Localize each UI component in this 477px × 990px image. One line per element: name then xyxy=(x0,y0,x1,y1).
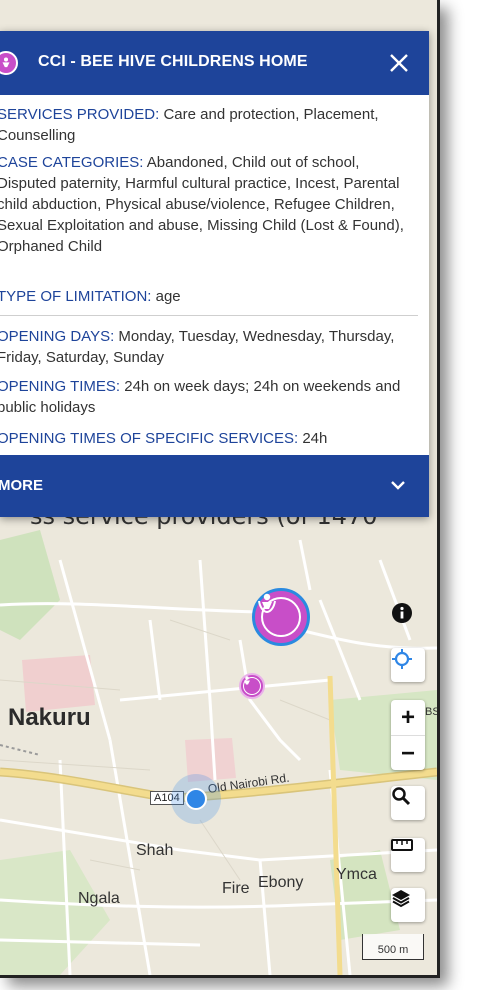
zoom-control: + − xyxy=(391,700,425,770)
measure-button[interactable] xyxy=(391,838,425,872)
detail-row-limitation: TYPE OF LIMITATION: age xyxy=(0,286,422,307)
child-care-icon xyxy=(258,593,301,637)
detail-row-case-categories: CASE CATEGORIES: Abandoned, Child out of… xyxy=(0,152,422,257)
place-label-ngala: Ngala xyxy=(78,890,120,907)
detail-row-specific-times: OPENING TIMES OF SPECIFIC SERVICES: 24h xyxy=(0,428,422,449)
detail-key: CASE CATEGORIES: xyxy=(0,154,144,171)
service-detail-popup: CCI - BEE HIVE CHILDRENS HOME SERVICES P… xyxy=(0,31,429,517)
locate-icon xyxy=(392,649,412,669)
place-label-ymca: Ymca xyxy=(336,866,377,883)
close-icon xyxy=(390,54,408,72)
app-screen: ss service providers (of 1470 Nakuru Sha… xyxy=(0,0,440,978)
popup-body: SERVICES PROVIDED: Care and protection, … xyxy=(0,95,429,455)
close-button[interactable] xyxy=(386,49,412,77)
divider xyxy=(0,315,418,316)
detail-key: OPENING TIMES OF SPECIFIC SERVICES: xyxy=(0,430,299,447)
chevron-down-icon xyxy=(391,481,405,490)
more-toggle[interactable]: MORE xyxy=(0,455,429,517)
place-label-bs: BS xyxy=(425,706,440,718)
place-label-ebony: Ebony xyxy=(258,874,304,891)
detail-key: SERVICES PROVIDED: xyxy=(0,106,160,123)
detail-key: TYPE OF LIMITATION: xyxy=(0,288,152,305)
popup-title: CCI - BEE HIVE CHILDRENS HOME xyxy=(38,53,308,70)
current-location-dot xyxy=(185,788,207,810)
info-icon xyxy=(392,603,412,623)
detail-row-services: SERVICES PROVIDED: Care and protection, … xyxy=(0,104,422,146)
popup-header: CCI - BEE HIVE CHILDRENS HOME xyxy=(0,31,429,95)
search-button[interactable] xyxy=(391,786,425,820)
child-care-icon xyxy=(0,51,18,75)
zoom-out-button[interactable]: − xyxy=(391,735,425,771)
zoom-in-button[interactable]: + xyxy=(391,700,425,735)
locate-button[interactable] xyxy=(391,648,425,682)
detail-row-opening-days: OPENING DAYS: Monday, Tuesday, Wednesday… xyxy=(0,326,422,368)
detail-key: OPENING TIMES: xyxy=(0,378,121,395)
detail-row-opening-times: OPENING TIMES: 24h on week days; 24h on … xyxy=(0,376,422,418)
layers-icon xyxy=(392,890,410,908)
detail-value: age xyxy=(151,288,181,305)
ruler-icon xyxy=(391,839,413,851)
more-label: MORE xyxy=(0,477,43,494)
info-button[interactable] xyxy=(391,602,425,636)
detail-key: OPENING DAYS: xyxy=(0,328,115,345)
scale-bar: 500 m xyxy=(362,934,424,960)
service-marker-selected[interactable] xyxy=(252,588,310,646)
layers-button[interactable] xyxy=(391,888,425,922)
search-icon xyxy=(392,787,411,806)
place-label-nakuru: Nakuru xyxy=(8,704,91,731)
detail-value: 24h xyxy=(298,430,328,447)
child-care-icon xyxy=(243,676,261,695)
place-label-shah: Shah xyxy=(136,842,174,859)
service-marker[interactable] xyxy=(239,673,265,699)
place-label-fire: Fire xyxy=(222,880,250,897)
